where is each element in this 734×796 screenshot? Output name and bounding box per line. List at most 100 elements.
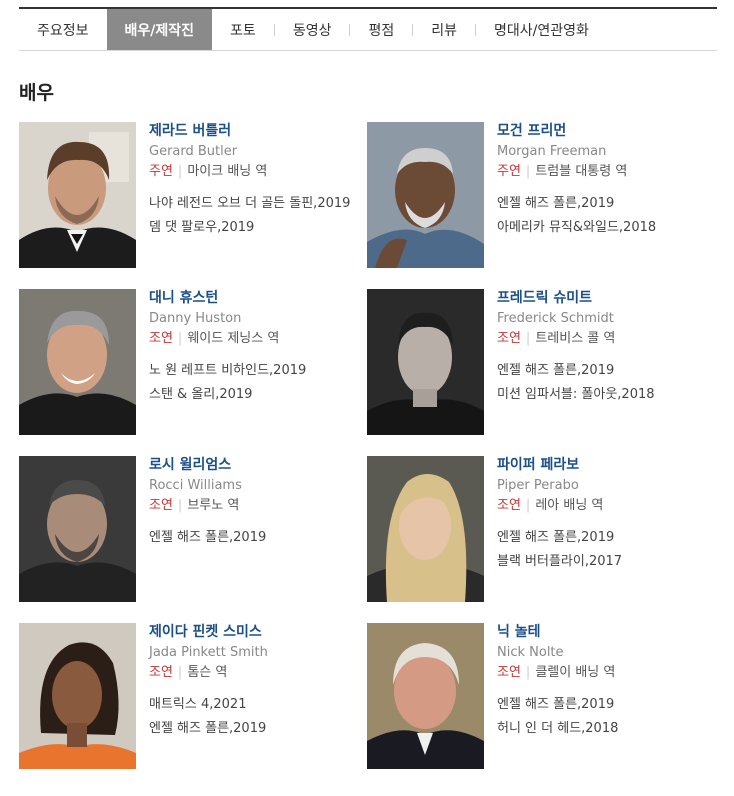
actor-name-en: Gerard Butler <box>149 144 238 159</box>
actor-photo[interactable] <box>19 289 136 435</box>
actor-name-en: Rocci Williams <box>149 478 242 493</box>
tab-quotes-related[interactable]: 명대사/연관영화 <box>476 9 607 50</box>
actor-photo[interactable] <box>367 623 484 769</box>
role-line: 조연 | 웨이드 제닝스 역 <box>149 330 379 347</box>
role-line: 주연 | 마이크 배닝 역 <box>149 163 379 180</box>
filmography-link[interactable]: 노 원 레프트 비하인드,2019 <box>149 362 379 379</box>
cast-item: 제라드 버틀러 Gerard Butler 주연 | 마이크 배닝 역 나야 레전드… <box>19 122 359 272</box>
filmography-link[interactable]: 엔젤 해즈 폴른,2019 <box>149 529 379 546</box>
role-divider: | <box>177 164 183 179</box>
filmography-link[interactable]: 엔젤 해즈 폴른,2019 <box>497 195 727 212</box>
role-name: 클렐이 배닝 역 <box>535 665 616 680</box>
actor-name-link[interactable]: 로시 윌리엄스 <box>149 456 379 474</box>
actor-photo[interactable] <box>367 289 484 435</box>
cast-item: 로시 윌리엄스 Rocci Williams 조연 | 브루노 역 엔젤 해즈 폴른… <box>19 456 359 606</box>
tab-rating[interactable]: 평점 <box>350 9 412 50</box>
cast-item: 대니 휴스턴 Danny Huston 조연 | 웨이드 제닝스 역 노 원 레프트… <box>19 289 359 439</box>
actor-info: 제라드 버틀러 Gerard Butler 주연 | 마이크 배닝 역 나야 레전드… <box>149 122 379 243</box>
actor-photo[interactable] <box>367 122 484 268</box>
role-divider: | <box>177 665 183 680</box>
actor-photo[interactable] <box>19 122 136 268</box>
role-type: 조연 <box>497 665 521 680</box>
role-line: 조연 | 브루노 역 <box>149 497 379 514</box>
role-type: 조연 <box>149 665 173 680</box>
role-name: 마이크 배닝 역 <box>187 164 268 179</box>
role-divider: | <box>525 331 531 346</box>
role-name: 레아 배닝 역 <box>535 498 604 513</box>
actor-name-link[interactable]: 닉 놀테 <box>497 623 727 641</box>
role-type: 주연 <box>149 164 173 179</box>
tab-cast-crew[interactable]: 배우/제작진 <box>106 9 213 50</box>
filmography-link[interactable]: 엔젤 해즈 폴른,2019 <box>497 362 727 379</box>
actor-name-link[interactable]: 프레드릭 슈미트 <box>497 289 727 307</box>
actor-name-en: Danny Huston <box>149 311 242 326</box>
actor-name-link[interactable]: 모건 프리먼 <box>497 122 727 140</box>
role-line: 조연 | 트레비스 콜 역 <box>497 330 727 347</box>
actor-name-link[interactable]: 제라드 버틀러 <box>149 122 379 140</box>
filmography-list: 엔젤 해즈 폴른,2019 허니 인 더 헤드,2018 <box>497 696 727 737</box>
filmography-link[interactable]: 미션 임파서블: 폴아웃,2018 <box>497 386 727 403</box>
role-line: 주연 | 트럼블 대통령 역 <box>497 163 727 180</box>
role-divider: | <box>525 498 531 513</box>
cast-item: 제이다 핀켓 스미스 Jada Pinkett Smith 조연 | 톰슨 역 매트… <box>19 623 359 773</box>
role-line: 조연 | 클렐이 배닝 역 <box>497 664 727 681</box>
actor-info: 프레드릭 슈미트 Frederick Schmidt 조연 | 트레비스 콜 역 엔… <box>497 289 727 410</box>
role-type: 조연 <box>149 331 173 346</box>
role-name: 트레비스 콜 역 <box>535 331 616 346</box>
actor-photo[interactable] <box>19 623 136 769</box>
filmography-list: 나야 레전드 오브 더 골든 돌핀,2019 뎀 댓 팔로우,2019 <box>149 195 379 236</box>
role-divider: | <box>177 331 183 346</box>
filmography-list: 노 원 레프트 비하인드,2019 스탠 & 올리,2019 <box>149 362 379 403</box>
role-divider: | <box>177 498 183 513</box>
cast-item: 프레드릭 슈미트 Frederick Schmidt 조연 | 트레비스 콜 역 엔… <box>367 289 707 439</box>
filmography-link[interactable]: 블랙 버터플라이,2017 <box>497 553 727 570</box>
actor-name-link[interactable]: 파이퍼 페라보 <box>497 456 727 474</box>
filmography-list: 매트릭스 4,2021 엔젤 해즈 폴른,2019 <box>149 696 379 737</box>
filmography-link[interactable]: 허니 인 더 헤드,2018 <box>497 720 727 737</box>
actor-info: 대니 휴스턴 Danny Huston 조연 | 웨이드 제닝스 역 노 원 레프트… <box>149 289 379 410</box>
actor-photo[interactable] <box>19 456 136 602</box>
tab-video[interactable]: 동영상 <box>275 9 350 50</box>
filmography-list: 엔젤 해즈 폴른,2019 아메리카 뮤직&와일드,2018 <box>497 195 727 236</box>
cast-item: 모건 프리먼 Morgan Freeman 주연 | 트럼블 대통령 역 엔젤 해즈… <box>367 122 707 272</box>
actor-name-en: Morgan Freeman <box>497 144 607 159</box>
filmography-link[interactable]: 스탠 & 올리,2019 <box>149 386 379 403</box>
actor-info: 로시 윌리엄스 Rocci Williams 조연 | 브루노 역 엔젤 해즈 폴른… <box>149 456 379 553</box>
role-name: 브루노 역 <box>187 498 240 513</box>
actor-photo[interactable] <box>367 456 484 602</box>
role-type: 조연 <box>149 498 173 513</box>
filmography-link[interactable]: 엔젤 해즈 폴른,2019 <box>497 696 727 713</box>
filmography-list: 엔젤 해즈 폴른,2019 <box>149 529 379 546</box>
filmography-list: 엔젤 해즈 폴른,2019 미션 임파서블: 폴아웃,2018 <box>497 362 727 403</box>
filmography-link[interactable]: 매트릭스 4,2021 <box>149 696 379 713</box>
role-name: 트럼블 대통령 역 <box>535 164 628 179</box>
actor-info: 제이다 핀켓 스미스 Jada Pinkett Smith 조연 | 톰슨 역 매트… <box>149 623 379 744</box>
actor-name-en: Jada Pinkett Smith <box>149 645 268 660</box>
role-name: 톰슨 역 <box>187 665 228 680</box>
filmography-link[interactable]: 엔젤 해즈 폴른,2019 <box>497 529 727 546</box>
detail-tab-bar: 주요정보 배우/제작진 포토 동영상 평점 리뷰 명대사/연관영화 <box>19 7 717 51</box>
actor-name-en: Nick Nolte <box>497 645 564 660</box>
tab-main-info[interactable]: 주요정보 <box>19 9 107 50</box>
filmography-link[interactable]: 나야 레전드 오브 더 골든 돌핀,2019 <box>149 195 379 212</box>
role-line: 조연 | 레아 배닝 역 <box>497 497 727 514</box>
filmography-link[interactable]: 엔젤 해즈 폴른,2019 <box>149 720 379 737</box>
role-type: 주연 <box>497 164 521 179</box>
actor-name-link[interactable]: 대니 휴스턴 <box>149 289 379 307</box>
actor-name-en: Frederick Schmidt <box>497 311 614 326</box>
actor-info: 모건 프리먼 Morgan Freeman 주연 | 트럼블 대통령 역 엔젤 해즈… <box>497 122 727 243</box>
role-divider: | <box>525 164 531 179</box>
cast-item: 파이퍼 페라보 Piper Perabo 조연 | 레아 배닝 역 엔젤 해즈 폴른… <box>367 456 707 606</box>
actor-name-en: Piper Perabo <box>497 478 579 493</box>
tab-photo[interactable]: 포토 <box>212 9 274 50</box>
role-type: 조연 <box>497 331 521 346</box>
filmography-link[interactable]: 아메리카 뮤직&와일드,2018 <box>497 219 727 236</box>
filmography-link[interactable]: 뎀 댓 팔로우,2019 <box>149 219 379 236</box>
actor-name-link[interactable]: 제이다 핀켓 스미스 <box>149 623 379 641</box>
role-divider: | <box>525 665 531 680</box>
role-type: 조연 <box>497 498 521 513</box>
actor-info: 파이퍼 페라보 Piper Perabo 조연 | 레아 배닝 역 엔젤 해즈 폴른… <box>497 456 727 577</box>
filmography-list: 엔젤 해즈 폴른,2019 블랙 버터플라이,2017 <box>497 529 727 570</box>
tab-review[interactable]: 리뷰 <box>413 9 475 50</box>
role-name: 웨이드 제닝스 역 <box>187 331 280 346</box>
